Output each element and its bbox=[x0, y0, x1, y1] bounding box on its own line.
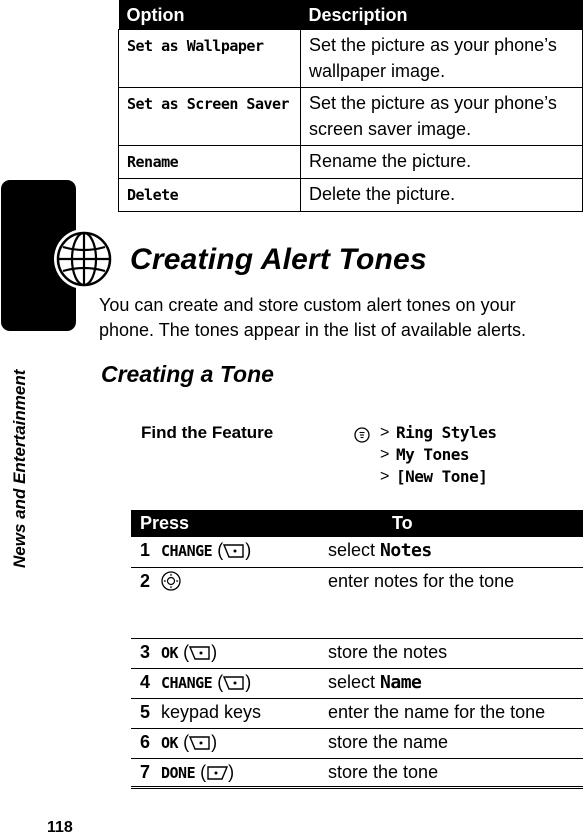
menu-path-item: > My Tones bbox=[380, 444, 496, 466]
option-name: Rename bbox=[118, 144, 301, 179]
column-header-to: To bbox=[328, 510, 583, 537]
steps-table: Press To 1 CHANGE () select Notes 2 ente… bbox=[131, 510, 583, 789]
action-text: store the tone bbox=[328, 761, 439, 782]
step-number: 1 bbox=[131, 537, 161, 568]
step-row: 1 CHANGE () select Notes bbox=[131, 537, 583, 568]
step-number: 6 bbox=[131, 728, 161, 759]
column-header-option: Option bbox=[118, 0, 301, 29]
step-key: CHANGE () bbox=[161, 668, 328, 699]
menu-key-icon bbox=[354, 427, 370, 443]
action-item: Name bbox=[380, 671, 422, 693]
find-feature-label: Find the Feature bbox=[141, 423, 274, 442]
left-softkey-icon bbox=[223, 544, 244, 558]
key-label: CHANGE bbox=[161, 542, 213, 560]
column-header-press: Press bbox=[131, 510, 328, 537]
step-key bbox=[161, 567, 328, 639]
step-key: keypad keys bbox=[161, 698, 328, 729]
step-key: CHANGE () bbox=[161, 537, 328, 568]
step-action: store the tone bbox=[328, 758, 583, 789]
menu-path-item: > Ring Styles bbox=[380, 422, 497, 444]
key-label: OK bbox=[161, 733, 179, 752]
step-row: 6 OK () store the name bbox=[131, 728, 583, 759]
step-number: 4 bbox=[131, 668, 161, 699]
action-item: Notes bbox=[380, 540, 432, 561]
table-row: Delete Delete the picture. bbox=[118, 177, 583, 212]
right-softkey-icon bbox=[207, 765, 229, 780]
key-label: CHANGE bbox=[161, 673, 213, 692]
column-header-description: Description bbox=[300, 0, 583, 29]
action-text: store the notes bbox=[328, 641, 448, 662]
action-text: enter notes for the tone bbox=[328, 570, 515, 591]
step-action: enter notes for the tone bbox=[328, 567, 583, 639]
option-description: Set the picture as your phone’s screen s… bbox=[300, 86, 583, 146]
option-name: Set as Wallpaper bbox=[118, 28, 301, 88]
chapter-label: News and Entertainment bbox=[10, 369, 29, 568]
path-new-tone: [New Tone] bbox=[396, 467, 488, 486]
step-row: 4 CHANGE () select Name bbox=[131, 668, 583, 699]
path-separator: > bbox=[380, 446, 390, 463]
path-my-tones: My Tones bbox=[396, 445, 470, 464]
step-action: select Notes bbox=[328, 537, 583, 568]
step-row: 5 keypad keys enter the name for the ton… bbox=[131, 698, 583, 729]
page-number: 118 bbox=[47, 819, 73, 836]
step-number: 2 bbox=[131, 567, 161, 639]
left-softkey-icon bbox=[223, 675, 244, 690]
step-action: store the name bbox=[328, 728, 583, 759]
intro-paragraph: You can create and store custom alert to… bbox=[99, 295, 526, 340]
nav-key-icon bbox=[161, 570, 181, 591]
step-action: select Name bbox=[328, 668, 583, 699]
subsection-title: Creating a Tone bbox=[101, 361, 274, 387]
option-description: Set the picture as your phone’s wallpape… bbox=[300, 28, 583, 88]
action-text: store the name bbox=[328, 731, 449, 752]
step-action: store the notes bbox=[328, 638, 583, 669]
action-text: select bbox=[328, 540, 381, 560]
action-text: select bbox=[328, 671, 381, 692]
options-table-header: Option Description bbox=[118, 0, 583, 29]
key-label: OK bbox=[161, 643, 179, 662]
option-description: Rename the picture. bbox=[300, 144, 583, 179]
section-title: Creating Alert Tones bbox=[130, 243, 427, 276]
path-separator: > bbox=[380, 424, 390, 441]
key-label: DONE bbox=[161, 763, 196, 782]
left-softkey-icon bbox=[189, 735, 210, 750]
table-row: Set as Wallpaper Set the picture as your… bbox=[118, 28, 583, 88]
path-separator: > bbox=[380, 468, 390, 485]
step-key: OK () bbox=[161, 638, 328, 669]
step-number: 7 bbox=[131, 758, 161, 789]
menu-path-item: > [New Tone] bbox=[380, 466, 496, 488]
option-name: Set as Screen Saver bbox=[118, 86, 301, 146]
steps-table-header: Press To bbox=[131, 510, 583, 537]
path-ring-styles: Ring Styles bbox=[396, 423, 497, 442]
action-text: enter the name for the tone bbox=[328, 701, 546, 722]
step-key: DONE () bbox=[161, 758, 328, 789]
left-softkey-icon bbox=[189, 645, 210, 660]
step-action: enter the name for the tone bbox=[328, 698, 583, 729]
step-row: 3 OK () store the notes bbox=[131, 638, 583, 669]
step-row: 7 DONE () store the tone bbox=[131, 758, 583, 789]
step-number: 5 bbox=[131, 698, 161, 729]
step-number: 3 bbox=[131, 638, 161, 669]
table-row: Set as Screen Saver Set the picture as y… bbox=[118, 86, 583, 146]
menu-path: > Ring Styles > My Tones > [New Tone] bbox=[380, 422, 497, 488]
globe-icon bbox=[54, 229, 114, 289]
step-row: 2 enter notes for the tone bbox=[131, 567, 583, 639]
table-end-rule bbox=[131, 786, 583, 787]
option-name: Delete bbox=[118, 177, 301, 212]
option-description: Delete the picture. bbox=[300, 177, 583, 212]
step-key: OK () bbox=[161, 728, 328, 759]
table-row: Rename Rename the picture. bbox=[118, 144, 583, 179]
options-table: Option Description Set as Wallpaper Set … bbox=[118, 0, 583, 212]
